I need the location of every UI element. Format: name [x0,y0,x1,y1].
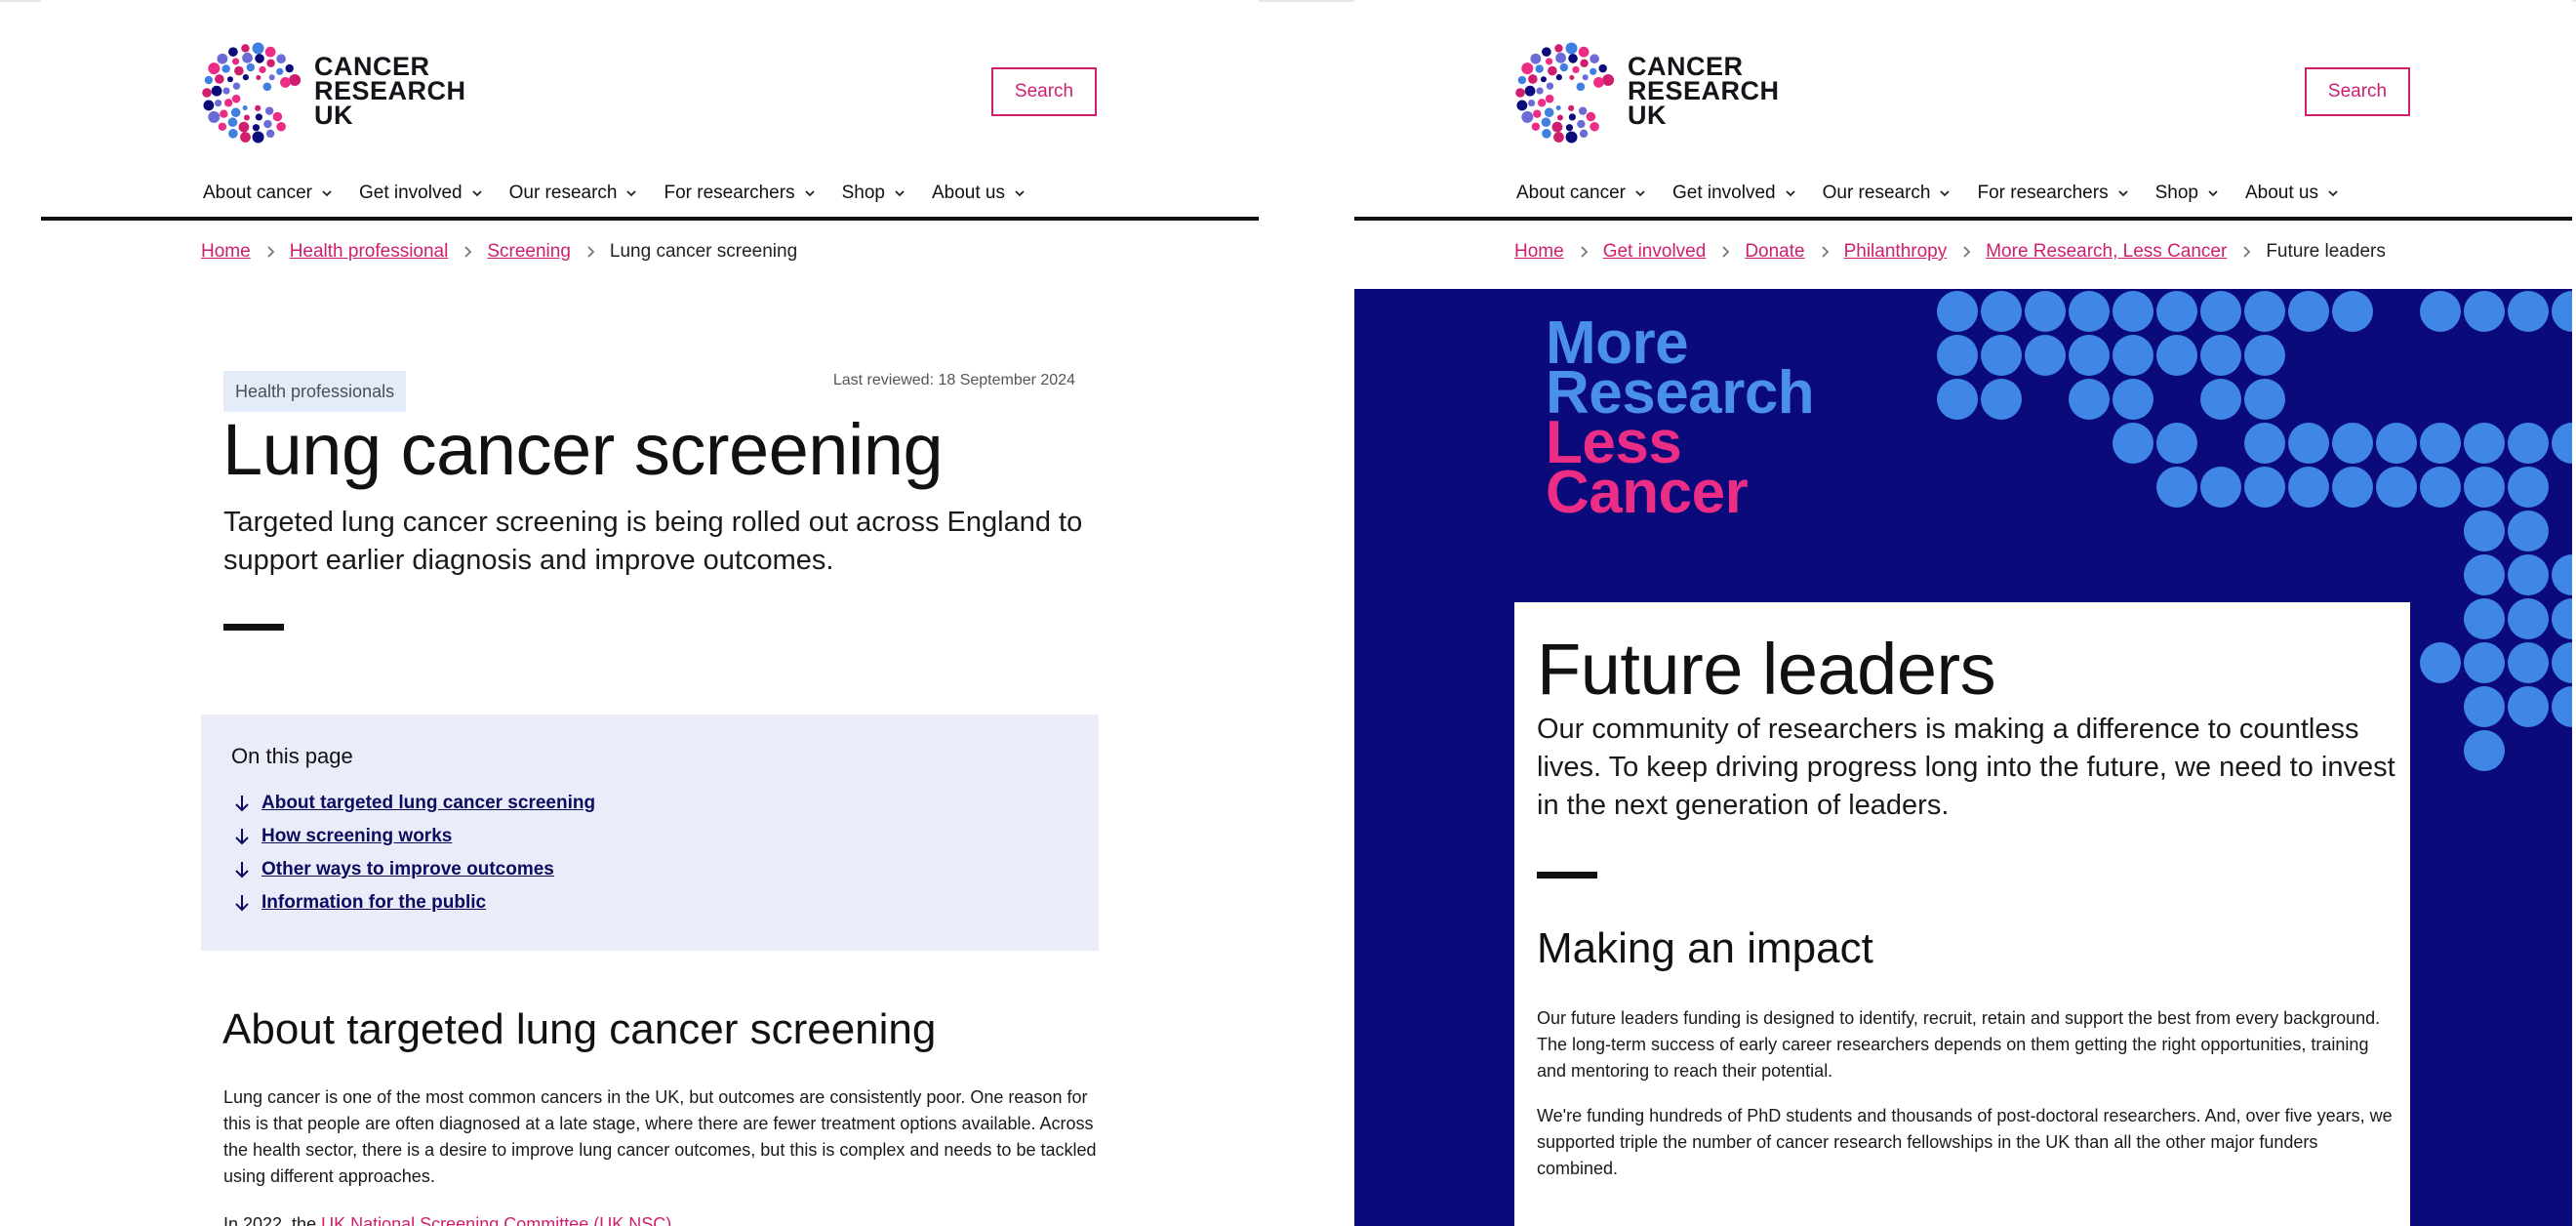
title-dash [223,624,284,631]
nav-get-involved[interactable]: Get involved [1672,181,1797,206]
otp-link-other[interactable]: Other ways to improve outcomes [231,853,595,886]
audience-tag: Health professionals [223,371,407,412]
page-lead: Targeted lung cancer screening is being … [223,507,1083,576]
section-body-continued: In 2022, the UK National Screening Commi… [223,1214,671,1226]
logo-dots-icon [1515,42,1615,143]
main-nav: About cancer Get involved Our research F… [1516,181,2365,206]
on-this-page-list: About targeted lung cancer screening How… [231,787,595,920]
chevron-right-icon [1821,246,1829,258]
chevron-right-icon [267,246,274,258]
nav-our-research[interactable]: Our research [1823,181,1952,206]
breadcrumb-health-professional[interactable]: Health professional [290,241,449,263]
nav-about-cancer[interactable]: About cancer [203,181,334,206]
chevron-right-icon [1581,246,1588,258]
search-button[interactable]: Search [2305,67,2410,116]
content-card: Future leaders Our community of research… [1514,602,2410,1226]
nav-for-researchers[interactable]: For researchers [1977,181,2129,206]
nav-our-research[interactable]: Our research [509,181,639,206]
breadcrumb: Home Health professional Screening Lung … [201,241,797,263]
nav-about-cancer[interactable]: About cancer [1516,181,1647,206]
logo-dots-icon [202,42,302,143]
search-button[interactable]: Search [991,67,1097,116]
arrow-down-icon [235,829,249,845]
nav-divider [41,217,1259,221]
breadcrumb-current: Lung cancer screening [609,241,798,262]
paragraph-phd: We're funding hundreds of PhD students a… [1537,1106,2393,1178]
chevron-down-icon [626,190,637,197]
chevron-down-icon [1635,190,1645,197]
site-logo[interactable]: CANCER RESEARCH UK [1514,39,1807,146]
chevron-down-icon [2328,190,2338,197]
arrow-down-icon [235,862,249,879]
uk-nsc-link[interactable]: UK National Screening Committee (UK NSC) [321,1214,671,1226]
chevron-down-icon [1785,190,1795,197]
logo-wordmark: CANCER RESEARCH UK [1628,52,1780,130]
nav-about-us[interactable]: About us [2245,181,2340,206]
chevron-down-icon [1940,190,1951,197]
chevron-down-icon [2117,190,2128,197]
left-page: CANCER RESEARCH UK Search About cancer G… [41,0,1259,1226]
chevron-right-icon [1722,246,1730,258]
nav-divider [1354,217,2572,221]
otp-link-about[interactable]: About targeted lung cancer screening [231,787,595,820]
paragraph-funding: Our future leaders funding is designed t… [1537,1008,2381,1081]
nav-about-us[interactable]: About us [932,181,1026,206]
breadcrumb-more-research[interactable]: More Research, Less Cancer [1986,241,2227,263]
nav-for-researchers[interactable]: For researchers [664,181,816,206]
chevron-down-icon [804,190,815,197]
breadcrumb-get-involved[interactable]: Get involved [1603,241,1707,263]
logo-wordmark: CANCER RESEARCH UK [314,52,466,130]
title-dash [1537,872,1597,879]
campaign-hero: More Research Less Cancer Future leaders… [1354,289,2572,1226]
page-title: Future leaders [1537,629,1996,710]
breadcrumb-donate[interactable]: Donate [1745,241,1804,263]
breadcrumb-current: Future leaders [2266,241,2386,262]
otp-link-how[interactable]: How screening works [231,820,595,853]
last-reviewed: Last reviewed: 18 September 2024 [832,372,1075,388]
chevron-down-icon [895,190,905,197]
campaign-wordmark: More Research Less Cancer [1546,309,1815,526]
section-heading: About targeted lung cancer screening [222,1005,937,1053]
page-title: Lung cancer screening [222,409,944,490]
arrow-down-icon [235,796,249,812]
breadcrumb-home[interactable]: Home [201,241,251,263]
chevron-down-icon [322,190,332,197]
chevron-right-icon [587,246,595,258]
breadcrumb-screening[interactable]: Screening [487,241,571,263]
section-body: Lung cancer is one of the most common ca… [223,1087,1097,1186]
site-logo[interactable]: CANCER RESEARCH UK [201,39,494,146]
on-this-page-box: On this page About targeted lung cancer … [201,715,1099,951]
breadcrumb: Home Get involved Donate Philanthropy Mo… [1514,241,2386,263]
nav-shop[interactable]: Shop [842,181,906,206]
nav-shop[interactable]: Shop [2155,181,2220,206]
chevron-right-icon [1963,246,1971,258]
section-heading: Making an impact [1537,924,1873,972]
right-page: CANCER RESEARCH UK Search About cancer G… [1354,0,2572,1226]
chevron-right-icon [2243,246,2251,258]
arrow-down-icon [235,895,249,912]
main-nav: About cancer Get involved Our research F… [203,181,1052,206]
chevron-down-icon [1015,190,1025,197]
chevron-down-icon [471,190,482,197]
breadcrumb-home[interactable]: Home [1514,241,1564,263]
chevron-right-icon [464,246,472,258]
nav-get-involved[interactable]: Get involved [359,181,484,206]
breadcrumb-philanthropy[interactable]: Philanthropy [1844,241,1948,263]
otp-link-public[interactable]: Information for the public [231,886,595,920]
chevron-down-icon [2208,190,2218,197]
page-lead: Our community of researchers is making a… [1537,714,2395,821]
on-this-page-title: On this page [231,744,353,768]
